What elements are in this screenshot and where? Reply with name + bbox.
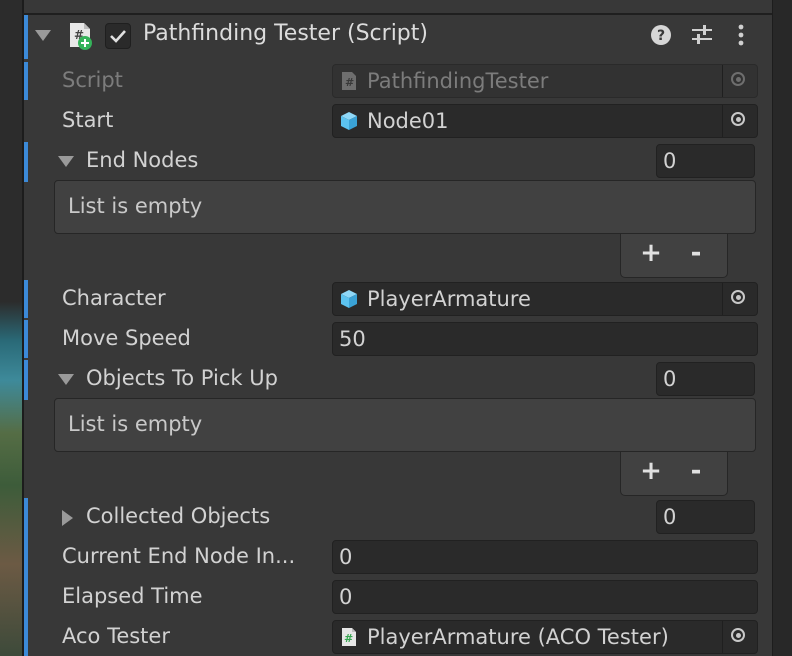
add-element-button[interactable]: + [639,456,663,486]
move-speed-field[interactable]: 50 [332,322,758,356]
current-end-node-index-row: Current End Node In... 0 [24,538,772,576]
start-label: Start [62,108,114,132]
script-label: Script [62,68,123,92]
component-foldout-arrow[interactable] [35,30,51,41]
start-field[interactable]: Node01 [332,104,758,138]
object-picker-button [722,65,757,97]
character-label: Character [62,286,166,310]
current-end-node-index-field[interactable]: 0 [332,540,758,574]
aco-tester-row: Aco Tester # PlayerArmature (ACO Tester) [24,618,772,656]
row-accent-bar [24,62,28,100]
end-nodes-row[interactable]: End Nodes 0 [24,142,772,182]
end-nodes-size-field[interactable]: 0 [656,144,755,178]
move-speed-row: Move Speed 50 [24,320,772,358]
foldout-arrow-icon[interactable] [58,156,74,167]
objects-to-pick-up-label: Objects To Pick Up [86,366,278,390]
help-icon[interactable]: ? [650,24,672,46]
move-speed-label[interactable]: Move Speed [62,326,191,350]
sliders-icon[interactable] [690,24,714,46]
aco-tester-field[interactable]: # PlayerArmature (ACO Tester) [332,620,758,654]
row-accent-bar [24,320,28,358]
aco-tester-value: PlayerArmature (ACO Tester) [367,625,669,649]
collected-objects-count: 0 [663,505,677,529]
foldout-arrow-icon[interactable] [62,510,73,526]
svg-text:#: # [345,76,354,89]
end-nodes-label: End Nodes [86,148,199,172]
collected-objects-row[interactable]: Collected Objects 0 [24,498,772,656]
end-nodes-list-footer: + - [620,234,728,278]
gameobject-cube-icon [339,289,359,309]
objects-to-pick-up-list: List is empty [54,398,756,452]
character-value: PlayerArmature [367,287,531,311]
collected-objects-label: Collected Objects [86,504,271,528]
elapsed-time-row: Elapsed Time 0 [24,578,772,616]
foldout-arrow-icon[interactable] [58,374,74,385]
add-element-button[interactable]: + [639,238,663,268]
collected-objects-size-field[interactable]: 0 [656,500,755,534]
script-hash-icon: # [339,71,359,91]
inspector-scrollbar[interactable] [772,0,792,656]
kebab-menu-icon[interactable] [735,23,747,47]
elapsed-time-field[interactable]: 0 [332,580,758,614]
objects-to-pick-up-list-footer: + - [620,452,728,496]
svg-text:?: ? [657,28,665,44]
elapsed-time-label[interactable]: Elapsed Time [62,584,203,608]
row-accent-bar [24,142,28,182]
row-accent-bar [24,280,28,318]
aco-tester-label: Aco Tester [62,624,170,648]
elapsed-time-value: 0 [339,585,353,609]
current-end-node-index-label[interactable]: Current End Node In... [62,544,295,568]
end-nodes-count: 0 [663,149,677,173]
objects-to-pick-up-count: 0 [663,367,677,391]
remove-element-button[interactable]: - [684,238,708,268]
list-empty-text: List is empty [68,194,203,218]
current-end-node-index-value: 0 [339,545,353,569]
end-nodes-list: List is empty [54,180,756,234]
header-accent-bar [24,15,28,59]
object-picker-button[interactable] [722,283,757,315]
component-title: Pathfinding Tester (Script) [143,21,428,46]
objects-to-pick-up-size-field[interactable]: 0 [656,362,755,396]
objects-to-pick-up-row[interactable]: Objects To Pick Up 0 [24,360,772,400]
script-add-icon: # [68,22,94,50]
move-speed-value: 50 [339,327,366,351]
object-picker-button[interactable] [722,621,757,653]
character-field[interactable]: PlayerArmature [332,282,758,316]
start-row: Start Node01 [24,102,772,140]
remove-element-button[interactable]: - [684,456,708,486]
list-empty-text: List is empty [68,412,203,436]
checkmark-icon [110,30,126,43]
svg-text:#: # [344,632,353,645]
row-accent-bar [24,360,28,400]
component-enabled-checkbox[interactable] [105,23,131,49]
object-picker-button[interactable] [722,105,757,137]
script-row: Script # PathfindingTester [24,62,772,100]
script-field: # PathfindingTester [332,64,758,98]
character-row: Character PlayerArmature [24,280,772,318]
start-value: Node01 [367,109,449,133]
script-hash-icon: # [339,627,359,647]
gameobject-cube-icon [339,111,359,131]
script-value: PathfindingTester [367,69,549,93]
scene-view-strip [0,0,22,656]
